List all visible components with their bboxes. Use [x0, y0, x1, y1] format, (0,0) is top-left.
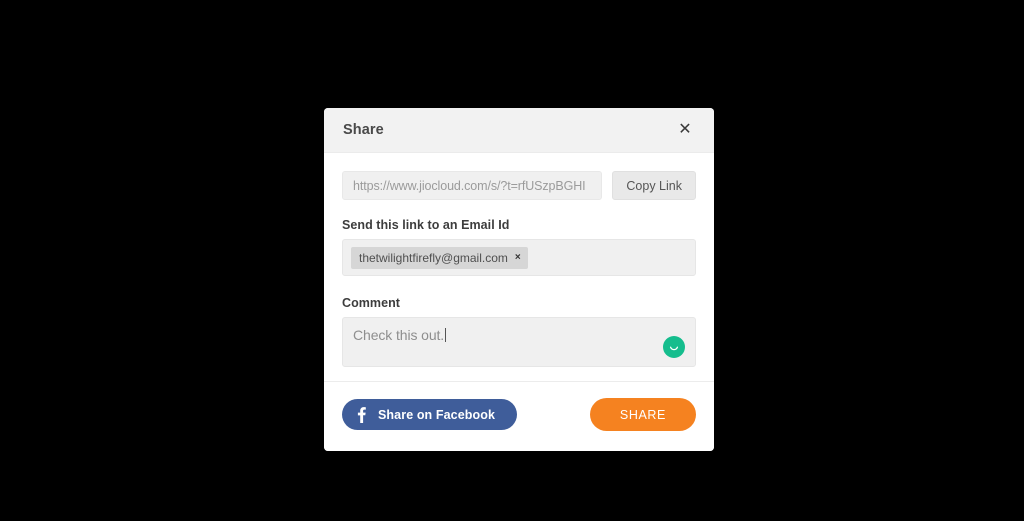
share-on-facebook-button[interactable]: Share on Facebook — [342, 399, 518, 430]
dialog-header: Share ✕ — [324, 108, 714, 153]
share-link-row: https://www.jiocloud.com/s/?t=rfUSzpBGHI… — [342, 171, 696, 200]
dialog-body: https://www.jiocloud.com/s/?t=rfUSzpBGHI… — [324, 153, 714, 382]
facebook-f-icon — [354, 406, 368, 424]
page-backdrop: Share ✕ https://www.jiocloud.com/s/?t=rf… — [0, 0, 1024, 521]
copy-link-button[interactable]: Copy Link — [612, 171, 696, 200]
comment-input[interactable]: Check this out. — [342, 317, 696, 367]
smiley-icon[interactable] — [663, 336, 685, 358]
email-chip: thetwilightfirefly@gmail.com × — [351, 246, 528, 269]
dialog-footer: Share on Facebook SHARE — [324, 382, 714, 451]
share-dialog: Share ✕ https://www.jiocloud.com/s/?t=rf… — [324, 108, 714, 451]
email-chip-address: thetwilightfirefly@gmail.com — [359, 250, 508, 265]
text-caret — [445, 328, 447, 342]
comment-field-label: Comment — [342, 296, 400, 310]
email-input[interactable]: thetwilightfirefly@gmail.com × — [342, 239, 696, 276]
share-button[interactable]: SHARE — [589, 398, 696, 431]
share-on-facebook-label: Share on Facebook — [378, 407, 496, 422]
comment-text: Check this out. — [353, 327, 445, 343]
dialog-title: Share — [343, 122, 384, 138]
share-link-input[interactable]: https://www.jiocloud.com/s/?t=rfUSzpBGHI — [342, 171, 603, 200]
email-field-label: Send this link to an Email Id — [342, 218, 510, 232]
email-chip-remove-icon[interactable]: × — [515, 252, 521, 263]
close-icon[interactable]: ✕ — [674, 119, 696, 141]
